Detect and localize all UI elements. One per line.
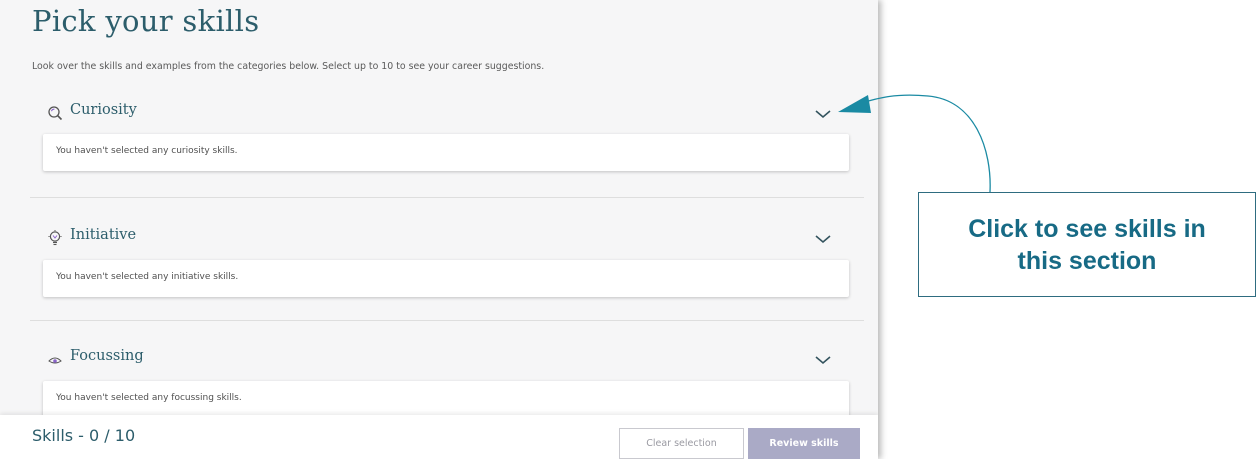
selected-skills-box-initiative: You haven't selected any initiative skil… [43, 260, 849, 297]
magnifier-icon [47, 105, 63, 121]
section-title-curiosity: Curiosity [70, 102, 137, 118]
selected-skills-box-curiosity: You haven't selected any curiosity skill… [43, 134, 849, 171]
section-initiative: Initiative You haven't selected any init… [30, 226, 864, 306]
section-divider [30, 197, 864, 198]
empty-message-focussing: You haven't selected any focussing skill… [56, 393, 242, 403]
empty-message-initiative: You haven't selected any initiative skil… [56, 272, 239, 282]
callout-line-2: this section [1017, 247, 1157, 275]
lightbulb-icon [47, 230, 63, 246]
section-header-initiative[interactable]: Initiative [30, 226, 864, 256]
callout-text: Click to see skills in this section [919, 213, 1255, 277]
skills-footer-bar: Skills - 0 / 10 Clear selection Review s… [0, 415, 878, 459]
page-intro: Look over the skills and examples from t… [32, 61, 545, 72]
skills-counter: Skills - 0 / 10 [32, 426, 136, 445]
skills-panel: Pick your skills Look over the skills an… [0, 0, 878, 459]
instruction-callout: Click to see skills in this section [918, 192, 1256, 297]
selected-skills-box-focussing: You haven't selected any focussing skill… [43, 381, 849, 418]
clear-selection-button[interactable]: Clear selection [619, 428, 744, 459]
section-title-focussing: Focussing [70, 348, 144, 364]
annotated-screenshot: Pick your skills Look over the skills an… [0, 0, 1256, 459]
eye-icon [47, 351, 63, 367]
section-header-focussing[interactable]: Focussing [30, 347, 864, 377]
section-header-curiosity[interactable]: Curiosity [30, 101, 864, 131]
callout-line-1: Click to see skills in [968, 215, 1206, 243]
chevron-down-icon[interactable] [814, 351, 832, 365]
review-skills-button[interactable]: Review skills [748, 428, 860, 459]
empty-message-curiosity: You haven't selected any curiosity skill… [56, 146, 238, 156]
section-divider [30, 320, 864, 321]
section-curiosity: Curiosity You haven't selected any curio… [30, 101, 864, 181]
chevron-down-icon[interactable] [814, 105, 832, 119]
chevron-down-icon[interactable] [814, 230, 832, 244]
section-title-initiative: Initiative [70, 227, 137, 243]
page-title: Pick your skills [32, 4, 260, 38]
